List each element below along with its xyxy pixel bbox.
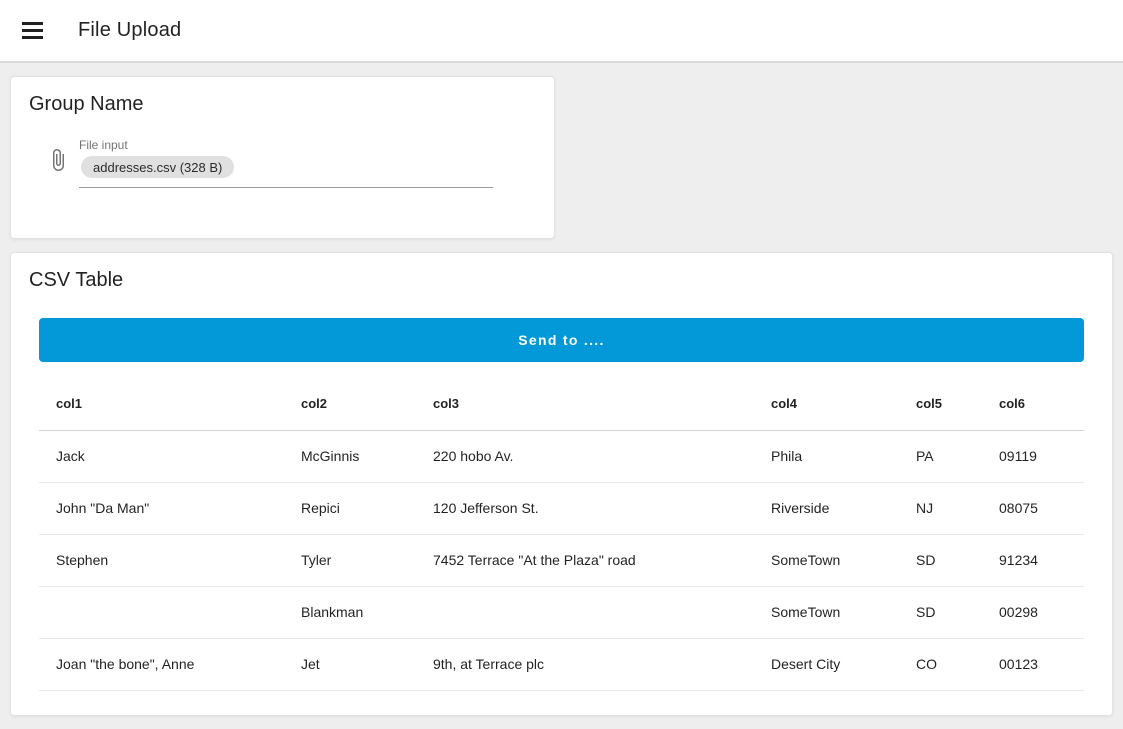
- table-cell: [39, 586, 284, 638]
- menu-button[interactable]: [16, 11, 56, 51]
- group-card-title: Group Name: [29, 93, 536, 116]
- table-cell: Phila: [754, 430, 899, 482]
- table-row: Joan "the bone", Anne Jet 9th, at Terrac…: [39, 638, 1084, 690]
- column-header: col4: [754, 378, 899, 430]
- table-row: Blankman SomeTown SD 00298: [39, 586, 1084, 638]
- table-cell: Jet: [284, 638, 416, 690]
- table-cell: Stephen: [39, 534, 284, 586]
- group-name-card: Group Name File input addresses.csv (328…: [10, 76, 555, 239]
- table-cell: Jack: [39, 430, 284, 482]
- csv-card-title: CSV Table: [29, 269, 1094, 292]
- send-to-button[interactable]: Send to ....: [39, 318, 1084, 362]
- table-row: John "Da Man" Repici 120 Jefferson St. R…: [39, 482, 1084, 534]
- table-cell: 7452 Terrace "At the Plaza" road: [416, 534, 754, 586]
- table-row: Jack McGinnis 220 hobo Av. Phila PA 0911…: [39, 430, 1084, 482]
- table-cell: SD: [899, 534, 982, 586]
- column-header: col5: [899, 378, 982, 430]
- table-header-row: col1 col2 col3 col4 col5 col6: [39, 378, 1084, 430]
- table-cell: Joan "the bone", Anne: [39, 638, 284, 690]
- column-header: col6: [982, 378, 1084, 430]
- file-input-label: File input: [79, 138, 493, 152]
- app-bar: File Upload: [0, 0, 1123, 63]
- file-chip: addresses.csv (328 B): [81, 156, 234, 178]
- table-cell: 00298: [982, 586, 1084, 638]
- table-cell: NJ: [899, 482, 982, 534]
- table-cell: 09119: [982, 430, 1084, 482]
- table-cell: 00123: [982, 638, 1084, 690]
- field-underline: [79, 187, 493, 188]
- table-cell: John "Da Man": [39, 482, 284, 534]
- column-header: col3: [416, 378, 754, 430]
- paperclip-icon[interactable]: [46, 148, 70, 172]
- file-input-field[interactable]: File input addresses.csv (328 B): [79, 138, 493, 188]
- table-cell: McGinnis: [284, 430, 416, 482]
- table-cell: CO: [899, 638, 982, 690]
- menu-icon: [22, 22, 43, 25]
- table-cell: 91234: [982, 534, 1084, 586]
- column-header: col2: [284, 378, 416, 430]
- table-cell: Blankman: [284, 586, 416, 638]
- table-cell: SomeTown: [754, 534, 899, 586]
- file-input[interactable]: File input addresses.csv (328 B): [46, 138, 536, 188]
- table-cell: 220 hobo Av.: [416, 430, 754, 482]
- table-row: Stephen Tyler 7452 Terrace "At the Plaza…: [39, 534, 1084, 586]
- table-cell: Tyler: [284, 534, 416, 586]
- table-cell: 9th, at Terrace plc: [416, 638, 754, 690]
- csv-table-card: CSV Table Send to .... col1 col2 col3 co…: [10, 252, 1113, 716]
- column-header: col1: [39, 378, 284, 430]
- table-cell: SD: [899, 586, 982, 638]
- table-cell: 08075: [982, 482, 1084, 534]
- csv-table: col1 col2 col3 col4 col5 col6 Jack McGin…: [39, 378, 1084, 691]
- table-cell: SomeTown: [754, 586, 899, 638]
- table-cell: Repici: [284, 482, 416, 534]
- table-cell: 120 Jefferson St.: [416, 482, 754, 534]
- table-cell: [416, 586, 754, 638]
- page-title: File Upload: [78, 19, 181, 42]
- table-cell: PA: [899, 430, 982, 482]
- table-cell: Riverside: [754, 482, 899, 534]
- table-cell: Desert City: [754, 638, 899, 690]
